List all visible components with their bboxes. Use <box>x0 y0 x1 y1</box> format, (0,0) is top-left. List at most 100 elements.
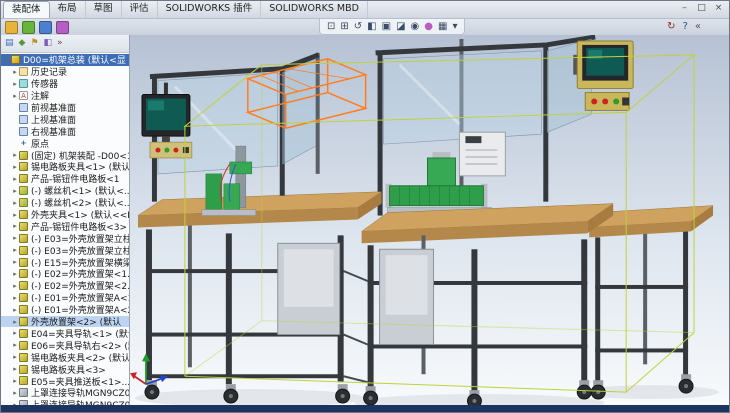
expander-icon[interactable]: ▸ <box>11 163 19 171</box>
featuremanager-tab-icon[interactable]: ▤ <box>5 37 14 50</box>
tree-item[interactable]: ▸上罩连接导轨MGN9CZ0 <box>1 387 129 399</box>
expander-icon[interactable]: ▸ <box>11 377 19 385</box>
tree-item[interactable]: ▸产品-锡钮件电路板<3> <box>1 220 129 232</box>
expander-icon[interactable]: ▸ <box>11 258 19 266</box>
expander-icon[interactable]: ▸ <box>11 234 19 242</box>
expander-icon[interactable]: ▸ <box>11 199 19 207</box>
tab-sketch[interactable]: 草图 <box>86 1 122 18</box>
tree-item[interactable]: ▸传感器 <box>1 78 129 90</box>
tree-item[interactable]: ▸锡电路板夹具<1> (默认 <box>1 161 129 173</box>
view-settings-icon[interactable]: ▾ <box>452 20 457 33</box>
expander-icon[interactable]: ▸ <box>11 365 19 373</box>
part-icon <box>19 162 28 171</box>
zoom-area-icon[interactable]: ⊞ <box>340 20 348 33</box>
part-icon <box>19 317 28 326</box>
tree-item[interactable]: ▸E05=夹具推送板<1>... <box>1 375 129 387</box>
move-component-icon[interactable] <box>56 21 69 34</box>
tab-layout[interactable]: 布局 <box>50 1 86 18</box>
collapse-taskpane-icon[interactable]: « <box>695 20 701 33</box>
part-icon <box>19 281 28 290</box>
expander-icon[interactable]: ▸ <box>11 353 19 361</box>
displaymanager-tab-icon[interactable]: ◧ <box>44 37 53 50</box>
apply-scene-icon[interactable]: ▦ <box>438 20 447 33</box>
part-icon <box>19 258 28 267</box>
taskbar-strip[interactable] <box>1 405 729 412</box>
configurationmanager-tab-icon[interactable]: ⚑ <box>30 37 38 50</box>
zoom-fit-icon[interactable]: ⊡ <box>327 20 335 33</box>
help-icon[interactable]: ? <box>683 20 688 33</box>
edit-appearance-icon[interactable]: ● <box>424 20 433 33</box>
tree-item[interactable]: ▸(-) E02=外壳放置架<1... <box>1 268 129 280</box>
mate-icon[interactable] <box>22 21 35 34</box>
expander-icon[interactable]: ▸ <box>11 151 19 159</box>
feature-tree[interactable]: ▾D00=机架总装 (默认<显▸历史记录▸传感器▸A注解前视基准面上视基准面右视… <box>1 53 129 405</box>
expander-icon[interactable]: ▸ <box>11 68 19 76</box>
expander-icon[interactable]: ▸ <box>11 341 19 349</box>
part-icon <box>19 293 28 302</box>
expander-icon[interactable]: ▸ <box>11 329 19 337</box>
tree-item[interactable]: ▸外壳放置架<2> (默认 <box>1 316 129 328</box>
tab-solidworks-addins[interactable]: SOLIDWORKS 插件 <box>158 1 262 18</box>
expander-icon[interactable]: ▸ <box>11 175 19 183</box>
tree-item[interactable]: ▸(-) E15=外壳放置架横梁 <box>1 256 129 268</box>
tree-item[interactable]: ▸E06=夹具导轨右<2> (默 <box>1 339 129 351</box>
expander-icon[interactable]: ▸ <box>11 92 19 100</box>
expander-icon[interactable]: ▸ <box>11 211 19 219</box>
tab-assembly[interactable]: 装配体 <box>3 1 50 18</box>
tree-item[interactable]: ▸历史记录 <box>1 66 129 78</box>
expander-icon[interactable]: ▸ <box>11 80 19 88</box>
tree-item[interactable]: ▸产品-锡钮件电路板<1 <box>1 173 129 185</box>
expander-icon[interactable]: ▸ <box>11 222 19 230</box>
tab-evaluate[interactable]: 评估 <box>122 1 158 18</box>
tree-item[interactable]: ▸(-) 螺丝机<1> (默认<... <box>1 185 129 197</box>
tab-solidworks-mbd[interactable]: SOLIDWORKS MBD <box>261 1 368 18</box>
viewport-3d-scene[interactable] <box>130 35 729 405</box>
expand-manager-tabs-icon[interactable]: » <box>57 37 63 50</box>
propertymanager-tab-icon[interactable]: ◆ <box>19 37 26 50</box>
annotations-icon: A <box>19 91 28 100</box>
hide-show-items-icon[interactable]: ◉ <box>411 20 420 33</box>
command-manager-icons <box>5 21 69 34</box>
tree-item[interactable]: 右视基准面 <box>1 125 129 137</box>
section-view-icon[interactable]: ◧ <box>367 20 376 33</box>
history-icon <box>19 67 28 76</box>
maximize-icon[interactable]: □ <box>694 2 709 15</box>
tree-item[interactable]: ▸(-) E03=外壳放置架立柱 <box>1 244 129 256</box>
tree-item[interactable]: 前视基准面 <box>1 102 129 114</box>
tree-item[interactable]: ▸(-) E02=外壳放置架<2... <box>1 280 129 292</box>
tree-item[interactable]: ▸A注解 <box>1 90 129 102</box>
tree-item[interactable]: ▸外壳夹具<1> (默认<<B <box>1 209 129 221</box>
component-pattern-icon[interactable] <box>39 21 52 34</box>
close-icon[interactable]: × <box>711 2 726 15</box>
expander-icon[interactable]: ▸ <box>11 318 19 326</box>
minimize-icon[interactable]: – <box>677 2 692 15</box>
previous-view-icon[interactable]: ↺ <box>354 20 362 33</box>
expander-icon[interactable]: ▸ <box>11 246 19 254</box>
rebuild-icon[interactable]: ↻ <box>667 20 675 33</box>
tree-item[interactable]: ▸(-) E01=外壳放置架A<2 <box>1 304 129 316</box>
subasm-icon <box>19 186 28 195</box>
expander-icon[interactable]: ▸ <box>11 282 19 290</box>
tree-item[interactable]: ▸(-) E01=外壳放置架A<1 <box>1 292 129 304</box>
display-style-icon[interactable]: ◪ <box>396 20 405 33</box>
part-icon <box>19 234 28 243</box>
part-icon <box>19 151 28 160</box>
tree-item[interactable]: ▸锡电路板夹具<3> <box>1 363 129 375</box>
expander-icon[interactable]: ▾ <box>3 56 11 64</box>
graphics-viewport[interactable] <box>130 35 729 405</box>
expander-icon[interactable]: ▸ <box>11 270 19 278</box>
expander-icon[interactable]: ▸ <box>11 306 19 314</box>
tree-item[interactable]: 上视基准面 <box>1 113 129 125</box>
tree-item[interactable]: ▸(-) 螺丝机<2> (默认<... <box>1 197 129 209</box>
tree-item[interactable]: ▸锡电路板夹具<2> (默认 <box>1 351 129 363</box>
tree-item[interactable]: ▸(固定) 机架装配 -D00<1 <box>1 149 129 161</box>
insert-components-icon[interactable] <box>5 21 18 34</box>
expander-icon[interactable]: ▸ <box>11 294 19 302</box>
tree-item[interactable]: ▾D00=机架总装 (默认<显 <box>1 54 129 66</box>
tree-item[interactable]: +原点 <box>1 137 129 149</box>
view-orientation-icon[interactable]: ▣ <box>382 20 391 33</box>
expander-icon[interactable]: ▸ <box>11 389 19 397</box>
tree-item[interactable]: ▸E04=夹具导轨<1> (默认 <box>1 327 129 339</box>
expander-icon[interactable]: ▸ <box>11 187 19 195</box>
tree-item[interactable]: ▸(-) E03=外壳放置架立柱 <box>1 232 129 244</box>
